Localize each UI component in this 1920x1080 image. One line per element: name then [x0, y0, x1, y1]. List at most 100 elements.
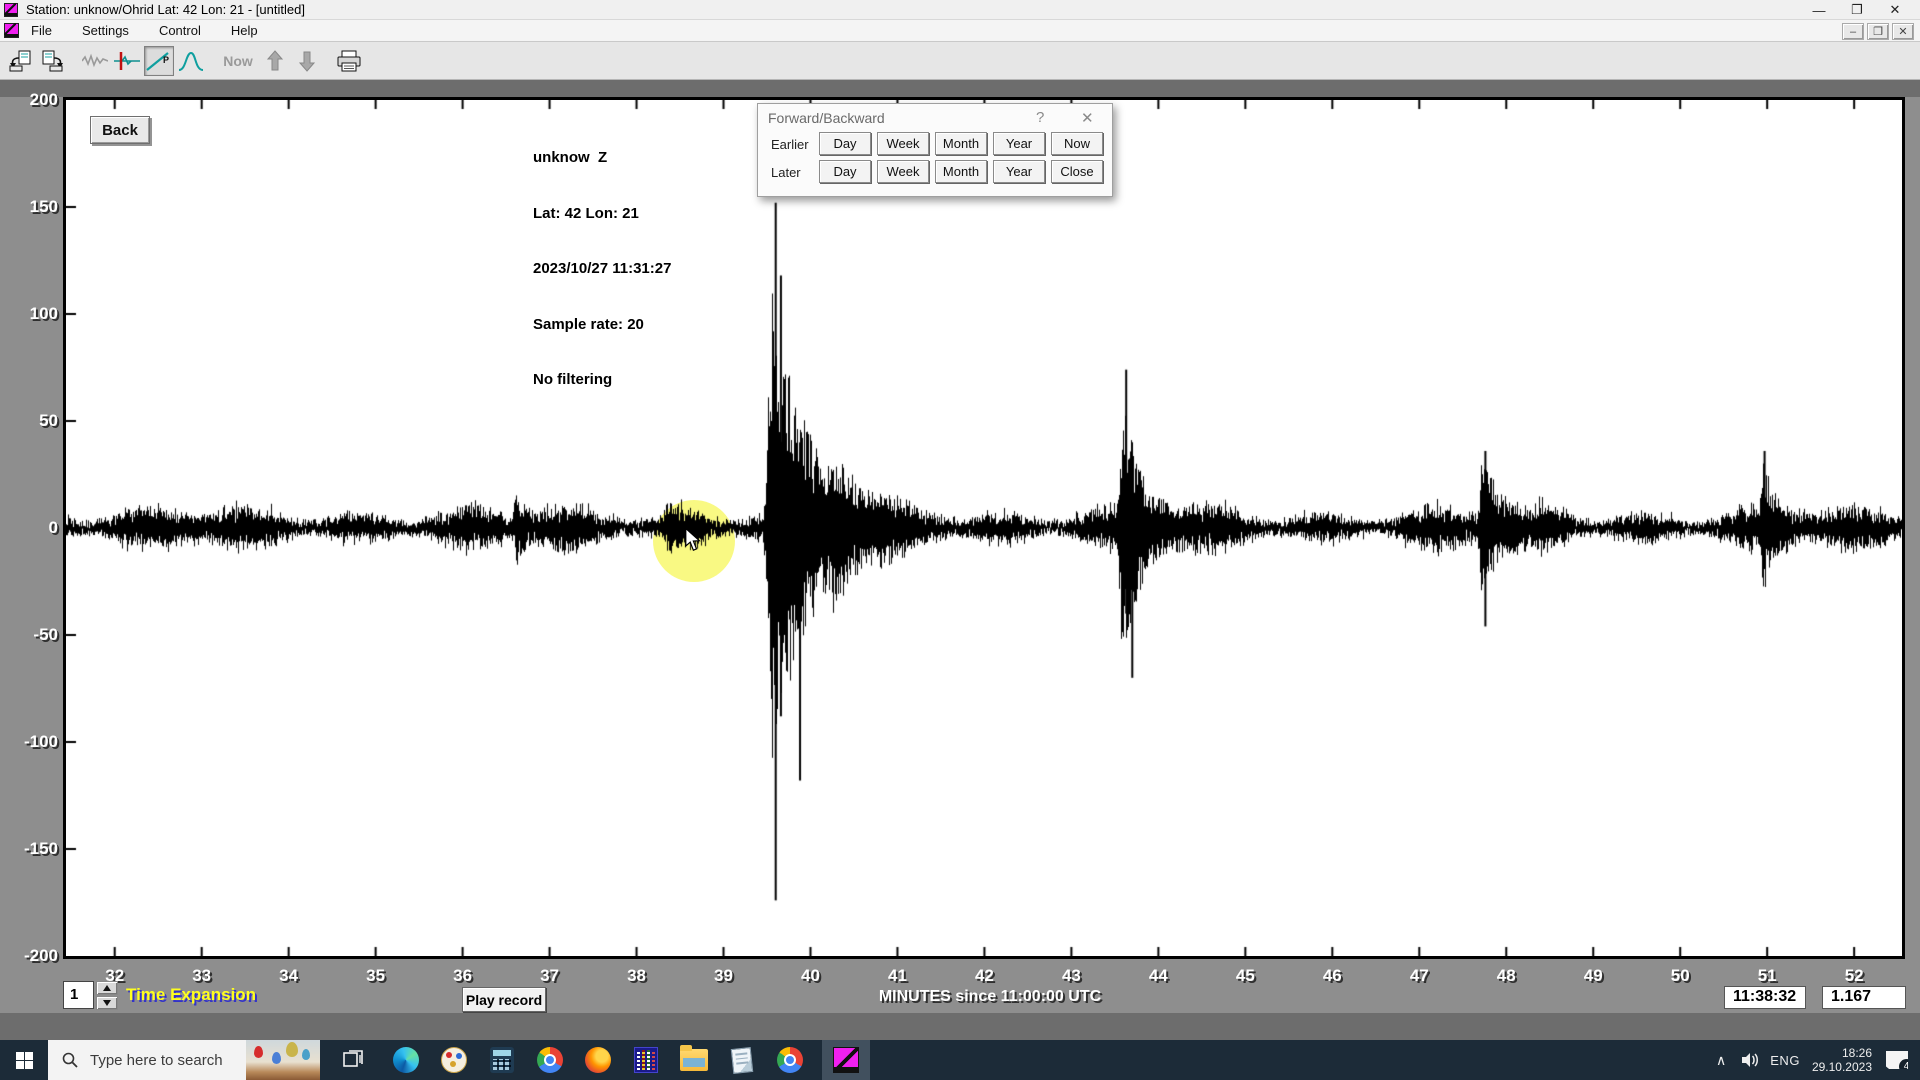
now-button[interactable]: Now	[218, 46, 258, 76]
x-tick-label: 47	[1410, 966, 1429, 986]
windows-logo-icon	[16, 1052, 33, 1069]
earlier-label: Earlier	[771, 137, 809, 152]
zoom-pick-icon[interactable]: P	[144, 46, 174, 76]
x-tick-label: 41	[888, 966, 907, 986]
taskbar: Type here to search	[0, 1040, 1920, 1080]
clock-time: 18:26	[1812, 1046, 1872, 1060]
earlier-now-button[interactable]: Now	[1051, 132, 1103, 155]
record-info: unknow Z Lat: 42 Lon: 21 2023/10/27 11:3…	[533, 112, 671, 427]
search-icon	[62, 1052, 78, 1068]
x-tick-label: 45	[1236, 966, 1255, 986]
task-view-icon[interactable]	[330, 1040, 378, 1080]
y-tick-label: 50	[0, 411, 58, 431]
document-icon	[4, 23, 19, 38]
expansion-up-button[interactable]	[96, 981, 118, 995]
y-tick-label: 150	[0, 197, 58, 217]
scroll-up-icon[interactable]	[260, 46, 290, 76]
back-button[interactable]: Back	[90, 116, 150, 144]
earlier-day-button[interactable]: Day	[819, 132, 871, 155]
dialog-title: Forward/Backward	[768, 110, 885, 126]
spectrum-icon[interactable]	[176, 46, 206, 76]
y-tick-label: 200	[0, 90, 58, 110]
later-day-button[interactable]: Day	[819, 160, 871, 183]
mdi-restore-button[interactable]: ❐	[1867, 23, 1889, 40]
x-tick-label: 39	[714, 966, 733, 986]
x-tick-label: 35	[366, 966, 385, 986]
notification-icon[interactable]: 4	[1886, 1051, 1908, 1069]
info-filtering: No filtering	[533, 371, 671, 390]
close-button[interactable]: ✕	[1876, 0, 1914, 20]
menu-help[interactable]: Help	[227, 21, 262, 40]
menu-settings[interactable]: Settings	[78, 21, 133, 40]
seismo-app-icon-active[interactable]	[822, 1040, 870, 1080]
y-tick-label: -200	[0, 946, 58, 966]
search-placeholder: Type here to search	[90, 1052, 246, 1069]
seismo-viewer-icon[interactable]	[622, 1040, 670, 1080]
x-tick-label: 52	[1845, 966, 1864, 986]
edge-icon[interactable]	[382, 1040, 430, 1080]
menu-control[interactable]: Control	[155, 21, 205, 40]
restore-button[interactable]: ❐	[1838, 0, 1876, 20]
later-month-button[interactable]: Month	[935, 160, 987, 183]
toolbar: P Now	[0, 42, 1920, 80]
taskbar-clock[interactable]: 18:26 29.10.2023	[1812, 1046, 1872, 1074]
y-tick-label: -100	[0, 732, 58, 752]
file-explorer-icon[interactable]	[670, 1040, 718, 1080]
earlier-month-button[interactable]: Month	[935, 132, 987, 155]
dialog-close-icon[interactable]: ✕	[1081, 109, 1094, 127]
y-tick-label: -150	[0, 839, 58, 859]
waveform-icon[interactable]	[80, 46, 110, 76]
bottom-margin-strip	[0, 1013, 1920, 1040]
dialog-close-button[interactable]: Close	[1051, 160, 1103, 183]
earlier-year-button[interactable]: Year	[993, 132, 1045, 155]
forward-backward-dialog: Forward/Backward ? ✕ Earlier Later Day W…	[757, 103, 1113, 197]
mouse-cursor	[683, 528, 703, 557]
y-tick-label: -50	[0, 625, 58, 645]
mdi-minimize-button[interactable]: –	[1842, 23, 1864, 40]
y-tick-label: 100	[0, 304, 58, 324]
info-latlon: Lat: 42 Lon: 21	[533, 205, 671, 224]
time-expansion-label: Time Expansion	[126, 985, 256, 1005]
notepad-icon[interactable]	[718, 1040, 766, 1080]
tray-chevron-icon[interactable]: ∧	[1716, 1052, 1726, 1069]
language-indicator[interactable]: ENG	[1770, 1053, 1800, 1068]
dialog-help-button[interactable]: ?	[1036, 109, 1044, 126]
desktop: Station: unknow/Ohrid Lat: 42 Lon: 21 - …	[0, 0, 1920, 1080]
x-tick-label: 46	[1323, 966, 1342, 986]
earlier-week-button[interactable]: Week	[877, 132, 929, 155]
play-record-button[interactable]: Play record	[462, 987, 546, 1012]
chrome-icon[interactable]	[526, 1040, 574, 1080]
taskbar-search[interactable]: Type here to search	[48, 1040, 320, 1080]
scroll-down-icon[interactable]	[292, 46, 322, 76]
open-record-icon[interactable]	[6, 46, 36, 76]
save-record-icon[interactable]	[38, 46, 68, 76]
later-year-button[interactable]: Year	[993, 160, 1045, 183]
paint-icon[interactable]	[430, 1040, 478, 1080]
info-datetime: 2023/10/27 11:31:27	[533, 260, 671, 279]
later-label: Later	[771, 165, 801, 180]
seismogram-canvas[interactable]	[66, 100, 1902, 956]
firefox-icon[interactable]	[574, 1040, 622, 1080]
x-tick-label: 40	[801, 966, 820, 986]
cursor-time-box: 11:38:32	[1724, 986, 1806, 1009]
print-icon[interactable]	[334, 46, 364, 76]
volume-icon[interactable]	[1740, 1051, 1760, 1069]
x-axis-title: MINUTES since 11:00:00 UTC	[879, 988, 1101, 1006]
time-expansion-value[interactable]: 1	[63, 981, 94, 1009]
filter-icon[interactable]	[112, 46, 142, 76]
search-decor-image	[246, 1040, 320, 1080]
expansion-down-button[interactable]	[96, 996, 118, 1010]
start-button[interactable]	[0, 1040, 48, 1080]
x-tick-label: 36	[453, 966, 472, 986]
system-tray: ∧ ENG 18:26 29.10.2023 4	[1716, 1040, 1920, 1080]
later-week-button[interactable]: Week	[877, 160, 929, 183]
info-sample-rate: Sample rate: 20	[533, 316, 671, 335]
clock-date: 29.10.2023	[1812, 1060, 1872, 1074]
chrome-icon-2[interactable]	[766, 1040, 814, 1080]
x-tick-label: 38	[627, 966, 646, 986]
calculator-icon[interactable]	[478, 1040, 526, 1080]
minimize-button[interactable]: —	[1800, 0, 1838, 20]
mdi-close-button[interactable]: ✕	[1892, 23, 1914, 40]
x-tick-label: 51	[1758, 966, 1777, 986]
x-tick-label: 49	[1584, 966, 1603, 986]
